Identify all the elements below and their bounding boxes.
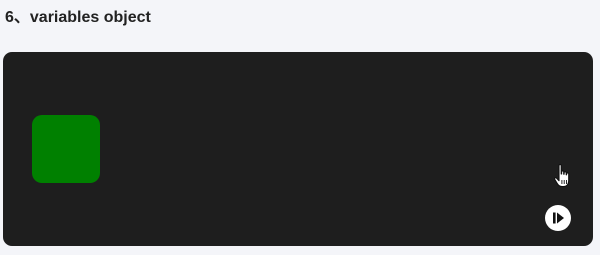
demo-panel bbox=[3, 52, 593, 246]
play-button[interactable] bbox=[544, 204, 572, 232]
play-pause-icon bbox=[545, 205, 571, 231]
section-title: 6、variables object bbox=[5, 9, 151, 26]
animated-box bbox=[32, 115, 100, 183]
